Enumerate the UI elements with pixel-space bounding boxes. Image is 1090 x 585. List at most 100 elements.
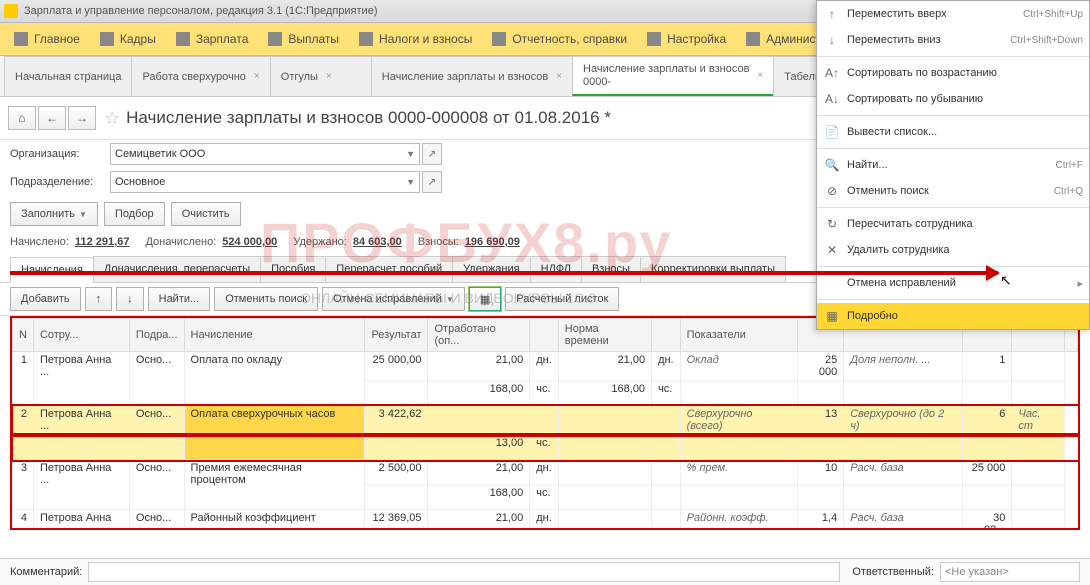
contrib-value: 196 690,09 bbox=[465, 236, 520, 248]
column-header[interactable]: Показатели bbox=[680, 319, 797, 352]
menu-settings[interactable]: Настройка bbox=[637, 23, 736, 55]
clear-button[interactable]: Очистить bbox=[171, 202, 241, 226]
menu-item-icon: A↓ bbox=[823, 91, 841, 107]
context-menu-item[interactable]: ✕Удалить сотрудника bbox=[817, 237, 1089, 263]
tab[interactable]: Начисление зарплаты и взносов× bbox=[371, 56, 573, 96]
tab[interactable]: Работа сверхурочно× bbox=[131, 56, 270, 96]
menu-item-icon: A↑ bbox=[823, 65, 841, 81]
favorite-star-icon[interactable]: ☆ bbox=[104, 108, 120, 129]
doacc-value: 524 000,00 bbox=[222, 236, 277, 248]
menu-payouts[interactable]: Выплаты bbox=[258, 23, 349, 55]
doacc-label: Доначислено: bbox=[145, 236, 216, 248]
column-header[interactable] bbox=[652, 319, 681, 352]
footer-bar: Комментарий: Ответственный: <Не указан> bbox=[0, 558, 1090, 585]
comment-input[interactable] bbox=[88, 562, 840, 582]
column-header[interactable]: Результат bbox=[365, 319, 428, 352]
cancel-corrections-button[interactable]: Отмена исправлений▼ bbox=[322, 287, 465, 311]
org-combo[interactable]: Семицветик ООО▼ bbox=[110, 143, 420, 165]
pick-button[interactable]: Подбор bbox=[104, 202, 165, 226]
context-menu-item[interactable]: ↑Переместить вверхCtrl+Shift+Up bbox=[817, 1, 1089, 27]
back-button[interactable]: ← bbox=[38, 106, 66, 130]
subtab[interactable]: Перерасчет пособий bbox=[325, 256, 453, 282]
column-header[interactable]: N bbox=[13, 319, 34, 352]
org-open-button[interactable]: ↗ bbox=[422, 143, 442, 165]
tab[interactable]: Начальная страница bbox=[4, 56, 132, 96]
menu-taxes[interactable]: Налоги и взносы bbox=[349, 23, 482, 55]
menu-salary[interactable]: Зарплата bbox=[166, 23, 259, 55]
tab-close-icon[interactable]: × bbox=[254, 71, 260, 82]
accruals-table[interactable]: NСотру...Подра...НачислениеРезультатОтра… bbox=[12, 318, 1078, 530]
context-menu-item[interactable]: ▦Подробно bbox=[817, 303, 1089, 329]
context-menu-item[interactable]: 🔍Найти...Ctrl+F bbox=[817, 152, 1089, 178]
menu-item-icon: ↻ bbox=[823, 216, 841, 232]
column-header[interactable]: Начисление bbox=[184, 319, 365, 352]
column-header[interactable]: Отработано (оп... bbox=[428, 319, 530, 352]
table-row[interactable]: 1Петрова Анна ...Осно...Оплата по окладу… bbox=[13, 352, 1078, 381]
move-down-button[interactable]: ↓ bbox=[116, 287, 144, 311]
tab-close-icon[interactable]: × bbox=[326, 71, 332, 82]
subtab[interactable]: Начисления bbox=[10, 257, 94, 283]
move-up-button[interactable]: ↑ bbox=[85, 287, 113, 311]
withheld-value: 84 603,00 bbox=[353, 236, 402, 248]
table-row[interactable]: 2Петрова Анна ...Осно...Оплата сверхуроч… bbox=[13, 406, 1078, 435]
org-label: Организация: bbox=[10, 148, 110, 160]
comment-label: Комментарий: bbox=[10, 566, 82, 578]
subtab[interactable]: НДФЛ bbox=[530, 256, 582, 282]
detail-toggle-button[interactable]: ▦ bbox=[469, 287, 501, 311]
dept-combo[interactable]: Основное▼ bbox=[110, 171, 420, 193]
mouse-cursor-icon: ↖ bbox=[1000, 272, 1012, 289]
contrib-label: Взносы: bbox=[418, 236, 459, 248]
table-row[interactable]: 3Петрова Анна ...Осно...Премия ежемесячн… bbox=[13, 460, 1078, 485]
menu-item-icon: ↑ bbox=[823, 6, 841, 22]
dept-open-button[interactable]: ↗ bbox=[422, 171, 442, 193]
menu-item-icon: 🔍 bbox=[823, 157, 841, 173]
context-menu-item[interactable]: A↑Сортировать по возрастанию bbox=[817, 60, 1089, 86]
fill-button[interactable]: Заполнить▼ bbox=[10, 202, 98, 226]
context-menu-item[interactable]: 📄Вывести список... bbox=[817, 119, 1089, 145]
subtab[interactable]: Доначисления, перерасчеты bbox=[93, 256, 261, 282]
menu-reports[interactable]: Отчетность, справки bbox=[482, 23, 637, 55]
tab[interactable]: Отгулы× bbox=[270, 56, 372, 96]
gear-icon bbox=[746, 32, 760, 46]
column-header[interactable]: Норма времени bbox=[558, 319, 651, 352]
menu-kadry[interactable]: Кадры bbox=[90, 23, 166, 55]
context-menu-item[interactable]: ↓Переместить внизCtrl+Shift+Down bbox=[817, 27, 1089, 53]
column-header[interactable]: Сотру... bbox=[33, 319, 129, 352]
money-icon bbox=[268, 32, 282, 46]
accrued-value: 112 291,67 bbox=[75, 236, 129, 248]
report-icon bbox=[492, 32, 506, 46]
menu-main[interactable]: Главное bbox=[4, 23, 90, 55]
subtab[interactable]: Взносы bbox=[581, 256, 641, 282]
subtab[interactable]: Пособия bbox=[260, 256, 326, 282]
responsible-label: Ответственный: bbox=[852, 566, 934, 578]
payslip-button[interactable]: Расчетный листок bbox=[505, 287, 619, 311]
page-title: Начисление зарплаты и взносов 0000-00000… bbox=[126, 108, 611, 128]
menu-item-icon: 📄 bbox=[823, 124, 841, 140]
calc-icon bbox=[176, 32, 190, 46]
menu-item-icon: ▦ bbox=[823, 308, 841, 324]
withheld-label: Удержано: bbox=[293, 236, 347, 248]
context-menu-item[interactable]: ⊘Отменить поискCtrl+Q bbox=[817, 178, 1089, 204]
home-button[interactable]: ⌂ bbox=[8, 106, 36, 130]
find-button[interactable]: Найти... bbox=[148, 287, 211, 311]
subtab[interactable]: Удержания bbox=[452, 256, 530, 282]
subtab[interactable]: Корректировки выплаты bbox=[640, 256, 786, 282]
table-row[interactable]: 4Петрова Анна ...Осно...Районный коэффиц… bbox=[13, 510, 1078, 531]
people-icon bbox=[100, 32, 114, 46]
menu-item-icon: ✕ bbox=[823, 242, 841, 258]
accruals-table-wrap: NСотру...Подра...НачислениеРезультатОтра… bbox=[10, 316, 1080, 530]
context-menu[interactable]: ↑Переместить вверхCtrl+Shift+Up↓Перемест… bbox=[816, 0, 1090, 330]
column-header[interactable] bbox=[530, 319, 559, 352]
context-menu-item[interactable]: A↓Сортировать по убыванию bbox=[817, 86, 1089, 112]
forward-button[interactable]: → bbox=[68, 106, 96, 130]
responsible-combo[interactable]: <Не указан> bbox=[940, 562, 1080, 582]
window-title: Зарплата и управление персоналом, редакц… bbox=[24, 5, 377, 17]
context-menu-item[interactable]: ↻Пересчитать сотрудника bbox=[817, 211, 1089, 237]
tab[interactable]: Начисление зарплаты и взносов0000-× bbox=[572, 56, 774, 96]
menu-item-icon: ↓ bbox=[823, 32, 841, 48]
tab-close-icon[interactable]: × bbox=[556, 71, 562, 82]
column-header[interactable]: Подра... bbox=[129, 319, 184, 352]
cancel-find-button[interactable]: Отменить поиск bbox=[214, 287, 318, 311]
accrued-label: Начислено: bbox=[10, 236, 69, 248]
add-button[interactable]: Добавить bbox=[10, 287, 81, 311]
